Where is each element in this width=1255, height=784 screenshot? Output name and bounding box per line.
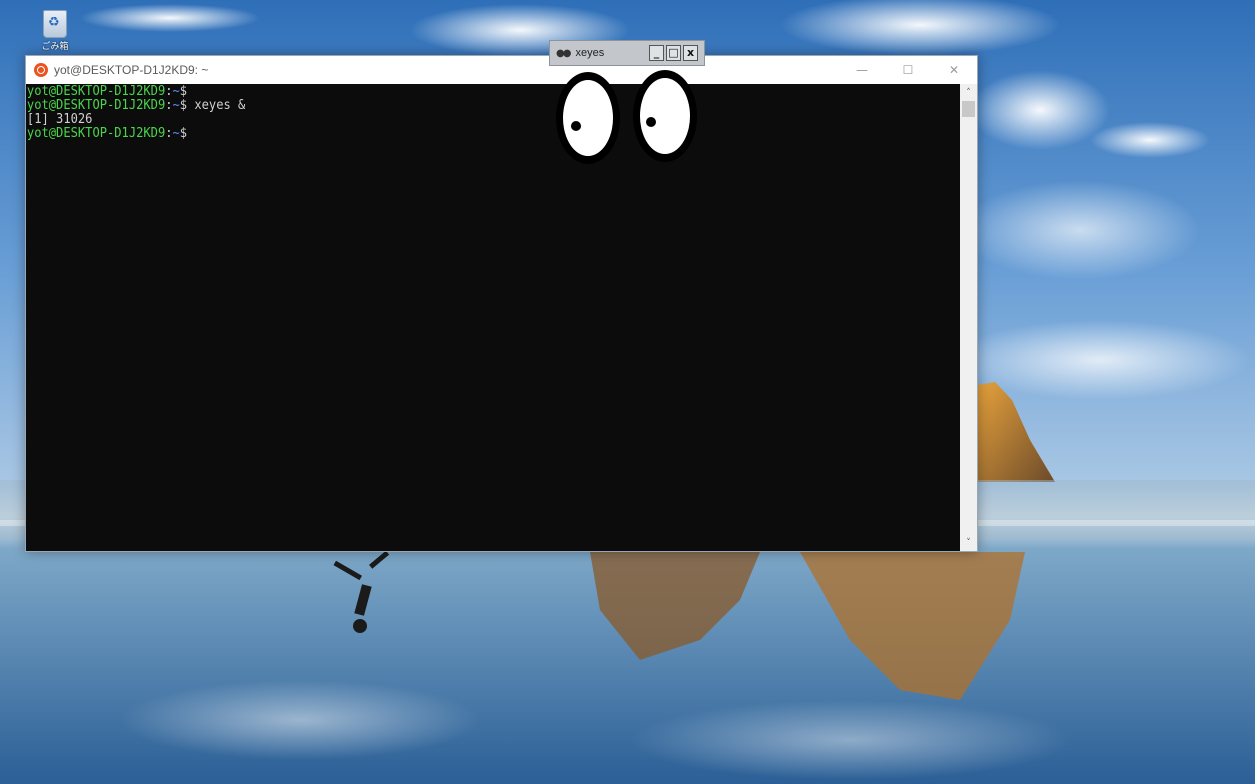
prompt-user: yot@DESKTOP-D1J2KD9 bbox=[26, 126, 166, 141]
prompt-symbol: $ bbox=[179, 126, 188, 141]
recycle-bin-desktop-icon[interactable]: ごみ箱 bbox=[38, 10, 72, 52]
command-text: xeyes & bbox=[187, 98, 246, 113]
xeyes-titlebar[interactable]: ●● xeyes _ □ x bbox=[549, 40, 705, 66]
terminal-output[interactable]: yot@DESKTOP-D1J2KD9:~$ yot@DESKTOP-D1J2K… bbox=[26, 84, 895, 551]
xeyes-maximize-button[interactable]: □ bbox=[666, 45, 681, 61]
maximize-button[interactable]: ☐ bbox=[885, 56, 931, 84]
ubuntu-icon bbox=[34, 63, 48, 77]
recycle-bin-icon bbox=[43, 10, 67, 38]
desktop-icon-label: ごみ箱 bbox=[41, 42, 69, 52]
prompt-separator: : bbox=[165, 126, 173, 141]
minimize-button[interactable]: — bbox=[839, 56, 885, 84]
window-controls: — ☐ ✕ bbox=[839, 56, 977, 84]
xeyes-window-controls: _ □ x bbox=[649, 45, 698, 61]
prompt-line: yot@DESKTOP-D1J2KD9:~$ xeyes & bbox=[27, 99, 895, 113]
prompt-line: yot@DESKTOP-D1J2KD9:~$ bbox=[27, 85, 895, 99]
xeyes-eyes bbox=[556, 70, 697, 164]
xeyes-title: xeyes bbox=[575, 47, 605, 59]
right-pupil bbox=[646, 117, 656, 127]
terminal-titlebar[interactable]: yot@DESKTOP-D1J2KD9: ~ — ☐ ✕ bbox=[26, 56, 977, 84]
left-pupil bbox=[571, 121, 581, 131]
scroll-up-icon[interactable]: ˄ bbox=[960, 84, 977, 101]
prompt-user: yot@DESKTOP-D1J2KD9 bbox=[26, 84, 166, 99]
xeyes-close-button[interactable]: x bbox=[683, 45, 698, 61]
terminal-title: yot@DESKTOP-D1J2KD9: ~ bbox=[54, 63, 209, 77]
left-eye-white bbox=[563, 80, 613, 156]
prompt-separator: : bbox=[165, 84, 173, 99]
prompt-separator: : bbox=[165, 98, 173, 113]
prompt-user: yot@DESKTOP-D1J2KD9 bbox=[26, 98, 166, 113]
scroll-down-icon[interactable]: ˅ bbox=[960, 534, 977, 551]
close-button[interactable]: ✕ bbox=[931, 56, 977, 84]
xeyes-app-icon: ●● bbox=[556, 47, 572, 59]
prompt-symbol: $ bbox=[179, 84, 188, 99]
output-line: [1] 31026 bbox=[26, 112, 93, 127]
right-eye-white bbox=[640, 78, 690, 154]
vertical-scrollbar[interactable]: ˄ ˅ bbox=[960, 84, 977, 551]
scrollbar-thumb[interactable] bbox=[962, 101, 975, 117]
terminal-window[interactable]: yot@DESKTOP-D1J2KD9: ~ — ☐ ✕ yot@DESKTOP… bbox=[25, 55, 978, 552]
prompt-line: yot@DESKTOP-D1J2KD9:~$ bbox=[27, 127, 895, 141]
xeyes-minimize-button[interactable]: _ bbox=[649, 45, 664, 61]
